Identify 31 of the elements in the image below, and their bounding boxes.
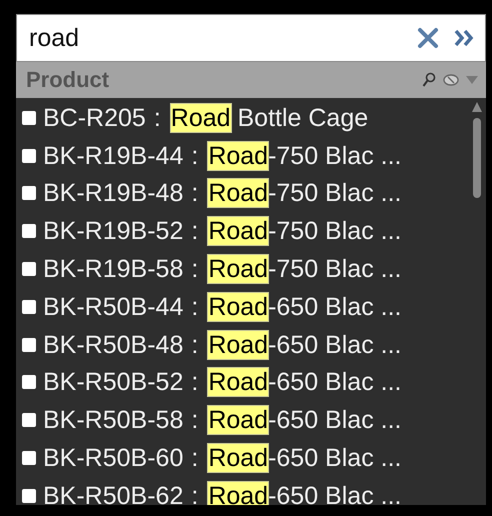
list-item[interactable]: BK-R50B-52 : Road-650 Blac ...: [43, 366, 402, 398]
checkbox[interactable]: [22, 413, 36, 428]
checkbox[interactable]: [22, 300, 36, 314]
list-item[interactable]: BK-R19B-44 : Road-750 Blac ...: [43, 140, 402, 172]
list-item[interactable]: BK-R50B-60 : Road-650 Blac ...: [43, 442, 402, 474]
checkbox[interactable]: [22, 488, 36, 503]
checkbox[interactable]: [22, 262, 36, 276]
checkbox[interactable]: [22, 338, 36, 352]
eraser-icon[interactable]: [442, 73, 460, 87]
search-field[interactable]: road: [16, 14, 486, 62]
list-item[interactable]: BK-R50B-58 : Road-650 Blac ...: [43, 404, 402, 436]
scrollbar-thumb[interactable]: [473, 118, 481, 198]
checkbox[interactable]: [22, 186, 36, 200]
checkbox[interactable]: [22, 148, 36, 163]
checkbox[interactable]: [22, 375, 36, 390]
checkbox[interactable]: [22, 110, 36, 125]
list-item[interactable]: BK-R50B-48 : Road-650 Blac ...: [43, 328, 402, 361]
list-item[interactable]: BC-R205 : Road Bottle Cage: [43, 102, 368, 134]
list-item[interactable]: BK-R50B-44 : Road-650 Blac ...: [43, 290, 402, 323]
double-chevron-icon[interactable]: [453, 27, 475, 49]
checkbox[interactable]: [22, 224, 36, 238]
list-item[interactable]: BK-R19B-48 : Road-750 Blac ...: [43, 177, 402, 210]
search-icon[interactable]: [422, 72, 436, 88]
search-input[interactable]: road: [29, 24, 403, 52]
list-item[interactable]: BK-R50B-62 : Road-650 Blac ...: [43, 480, 402, 505]
checkbox[interactable]: [22, 451, 36, 466]
column-title: Product: [26, 67, 110, 93]
list-item[interactable]: BK-R19B-58 : Road-750 Blac ...: [43, 253, 402, 286]
clear-icon[interactable]: [417, 27, 439, 49]
scroll-up-arrow-icon[interactable]: [472, 102, 482, 112]
list-item[interactable]: BK-R19B-52 : Road-750 Blac ...: [43, 215, 402, 248]
